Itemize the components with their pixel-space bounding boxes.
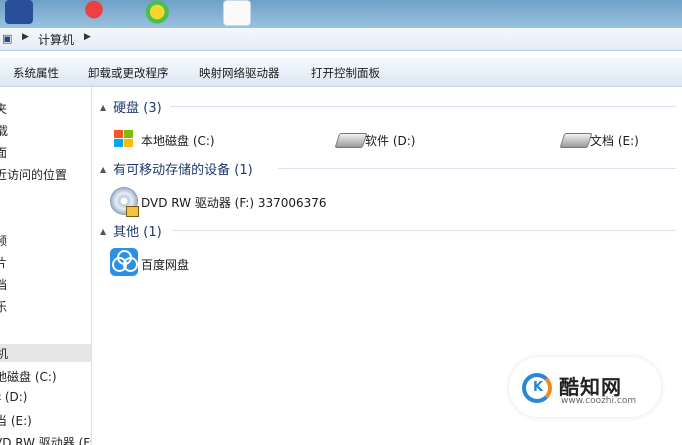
hard-drive-icon (559, 133, 593, 148)
sidebar-item-computer[interactable]: 机 (0, 344, 91, 362)
group-divider (278, 168, 676, 169)
sidebar-item-drive-d[interactable]: ‡ (D:) (0, 390, 27, 408)
sidebar-item-label: 机 (0, 345, 8, 362)
sidebar-item-pictures[interactable]: 片 (0, 254, 7, 272)
baidu-netdisk-icon (110, 248, 138, 276)
collapse-triangle-icon[interactable]: ▲ (100, 165, 106, 174)
sidebar-item-videos[interactable]: 频 (0, 232, 7, 250)
command-toolbar: 系统属性 卸载或更改程序 映射网络驱动器 打开控制面板 (0, 58, 682, 87)
collapse-triangle-icon[interactable]: ▲ (100, 103, 106, 112)
system-properties-button[interactable]: 系统属性 (13, 65, 59, 81)
dvd-badge-icon (126, 206, 139, 217)
collapse-triangle-icon[interactable]: ▲ (100, 227, 106, 236)
desktop-app-icon[interactable] (146, 0, 174, 24)
sidebar-item-music[interactable]: 乐 (0, 298, 7, 316)
sidebar-item-downloads[interactable]: 载 (0, 122, 8, 140)
sidebar-item-recent-places[interactable]: 近访问的位置 (0, 166, 67, 184)
sidebar-item-favorites[interactable]: 夹 (0, 100, 7, 118)
sidebar-item-desktop[interactable]: 面 (0, 144, 7, 162)
window-title-strip (0, 0, 682, 28)
map-network-drive-button[interactable]: 映射网络驱动器 (199, 65, 280, 81)
sidebar-item-drive-f[interactable]: VD RW 驱动器 (F:) (0, 434, 91, 445)
group-header-other[interactable]: ▲ 其他 (1) (100, 221, 162, 240)
desktop-document-icon[interactable] (223, 0, 251, 26)
group-header-hard-disks[interactable]: ▲ 硬盘 (3) (100, 97, 162, 116)
desktop-app-icon[interactable] (5, 0, 33, 24)
group-header-removable[interactable]: ▲ 有可移动存储的设备 (1) (100, 159, 253, 178)
computer-icon: ▣ (2, 32, 13, 45)
breadcrumb-separator-icon[interactable]: ▶ (22, 32, 29, 42)
hard-drive-icon (334, 133, 368, 148)
drive-label: 软件 (D:) (365, 134, 416, 148)
drive-label: DVD RW 驱动器 (F:) 337006376 (141, 196, 327, 210)
address-bar[interactable]: ▣ ▶ 计算机 ▶ (0, 28, 682, 51)
desktop-app-icon[interactable] (78, 0, 110, 24)
item-label: 百度网盘 (141, 258, 190, 272)
watermark-url: www.coozhi.com (561, 396, 637, 406)
group-title: 有可移动存储的设备 (1) (113, 163, 253, 178)
group-title: 硬盘 (3) (113, 101, 162, 116)
sidebar-item-documents[interactable]: 档 (0, 276, 7, 294)
uninstall-program-button[interactable]: 卸载或更改程序 (88, 65, 169, 81)
coozhi-watermark: K 酷知网 www.coozhi.com (509, 357, 661, 417)
windows-drive-icon (112, 127, 136, 151)
sidebar-item-drive-c[interactable]: 地磁盘 (C:) (0, 368, 57, 386)
group-divider (170, 106, 676, 107)
sidebar-item-drive-e[interactable]: 当 (E:) (0, 412, 32, 430)
group-title: 其他 (1) (113, 225, 162, 240)
coozhi-logo-icon: K (522, 373, 552, 403)
navigation-pane: 夹 载 面 近访问的位置 频 片 档 乐 机 地磁盘 (C:) ‡ (D:) 当… (0, 87, 92, 445)
open-control-panel-button[interactable]: 打开控制面板 (311, 65, 380, 81)
drive-label: 本地磁盘 (C:) (141, 134, 215, 148)
drive-label: 文档 (E:) (590, 134, 639, 148)
breadcrumb-computer[interactable]: 计算机 (38, 31, 74, 48)
group-divider (172, 230, 676, 231)
breadcrumb-separator-icon[interactable]: ▶ (84, 32, 91, 42)
